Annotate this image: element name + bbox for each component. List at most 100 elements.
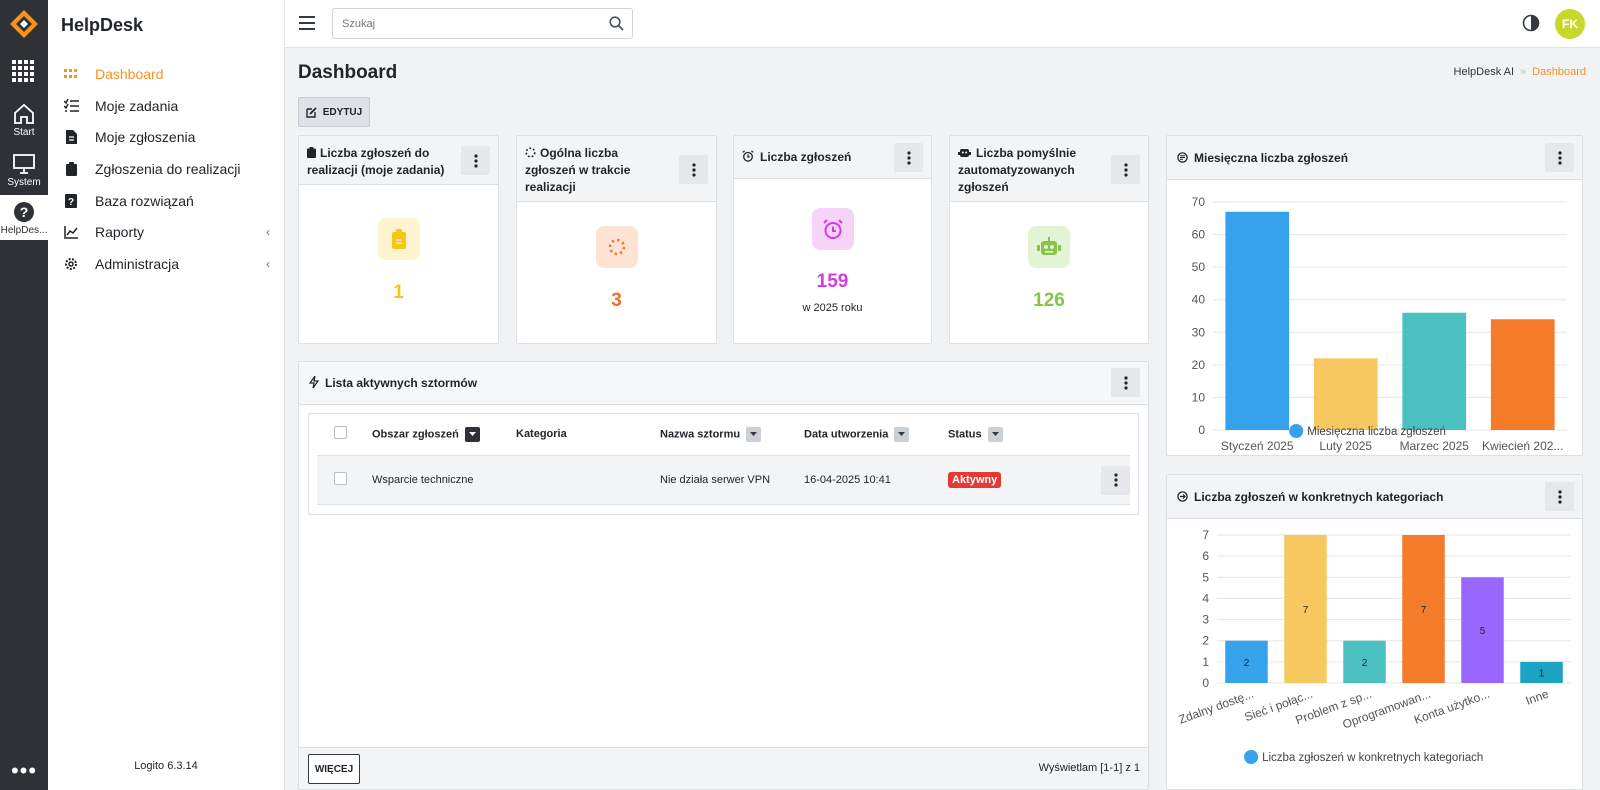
sidebar-item-label: Zgłoszenia do realizacji (95, 160, 241, 177)
stat-value: 126 (1033, 290, 1065, 311)
svg-text:?: ? (20, 204, 29, 220)
sidebar-nav: Dashboard Moje zadania Moje zgłoszenia Z… (48, 58, 284, 280)
stat-card-my-tasks: Liczba zgłoszeń do realizacji (moje zada… (298, 135, 499, 344)
card-title: Liczba pomyślnie zautomatyzowanych zgłos… (958, 146, 1077, 194)
card-header: Liczba zgłoszeń w konkretnych kategoriac… (1167, 475, 1582, 519)
card-header: Miesięczna liczba zgłoszeń (1167, 136, 1582, 180)
sidebar-item-baza-rozwiazan[interactable]: ? Baza rozwiązań (48, 185, 284, 217)
logito-logo-icon[interactable] (10, 10, 38, 38)
card-options-button[interactable] (679, 155, 708, 184)
cell-area: Wsparcie techniczne (372, 455, 516, 505)
card-header: Liczba pomyślnie zautomatyzowanych zgłos… (950, 136, 1148, 202)
stat-value: 159 (816, 271, 849, 292)
search-input[interactable] (333, 9, 593, 38)
y-tick-label: 1 (1202, 655, 1209, 669)
chart-card-monthly: Miesięczna liczba zgłoszeń 0 10 20 30 40 50 60… (1166, 135, 1583, 456)
column-header[interactable]: Obszar zgłoszeń (372, 414, 516, 456)
app-version: Logito 6.3.14 (134, 760, 198, 772)
column-label: Kategoria (516, 428, 567, 441)
card-header: Liczba zgłoszeń do realizacji (moje zada… (299, 136, 498, 185)
row-select-cell (317, 455, 372, 505)
y-tick-label: 30 (1192, 325, 1206, 339)
grid-icon (63, 66, 79, 82)
sidebar-item-administracja[interactable]: Administracja ‹ (48, 248, 284, 280)
card-title: Liczba zgłoszeń w konkretnych kategoriac… (1194, 490, 1444, 504)
card-options-button[interactable] (1545, 482, 1574, 511)
user-avatar[interactable]: FK (1555, 9, 1585, 39)
spinner-icon (595, 226, 638, 268)
home-icon (14, 103, 34, 124)
rail-item-label: System (7, 177, 41, 188)
chart-monthly-tickets: 0 10 20 30 40 50 60 70 Styczeń 2025 Luty 2025 Marz… (1192, 195, 1567, 453)
column-label: Status (948, 428, 982, 441)
sidebar-item-moje-zgloszenia[interactable]: Moje zgłoszenia (48, 121, 284, 153)
card-options-button[interactable] (1545, 143, 1574, 172)
sort-down-icon[interactable] (464, 426, 480, 442)
card-options-button[interactable] (1111, 368, 1140, 397)
card-options-button[interactable] (461, 146, 490, 175)
sidebar-item-label: Administracja (95, 255, 180, 272)
select-all-checkbox[interactable] (334, 426, 347, 440)
card-options-button[interactable] (894, 143, 923, 172)
sort-down-icon[interactable] (894, 426, 910, 442)
alarm-clock-icon (742, 150, 754, 162)
spinner-icon (525, 147, 536, 158)
monitor-icon (13, 154, 35, 174)
gear-icon (63, 256, 79, 272)
breadcrumb-item[interactable]: HelpDesk AI (1454, 66, 1515, 78)
cell-storm-name: Nie działa serwer VPN (660, 455, 804, 505)
rail-item-start[interactable]: Start (0, 103, 48, 138)
alarm-clock-icon (811, 208, 854, 250)
column-header[interactable]: Nazwa sztormu (660, 414, 804, 456)
sidebar-item-label: Moje zadania (95, 97, 179, 114)
comment-icon (1177, 152, 1188, 163)
search-icon[interactable] (609, 16, 624, 31)
sort-down-icon[interactable] (746, 426, 762, 442)
y-tick-label: 0 (1202, 676, 1209, 690)
sort-down-icon[interactable] (987, 426, 1003, 442)
y-tick-label: 60 (1192, 228, 1206, 242)
card-title: Miesięczna liczba zgłoszeń (1194, 151, 1349, 165)
column-header[interactable]: Status (948, 414, 1130, 456)
data-label: 2 (1362, 658, 1368, 669)
topbar: FK (285, 0, 1600, 48)
column-header[interactable]: Kategoria (516, 414, 660, 456)
card-header: Liczba zgłoszeń (734, 136, 931, 179)
rail-item-label: HelpDes... (0, 225, 48, 236)
kebab-menu-icon (1123, 375, 1128, 390)
sidebar-item-zgloszenia-do-realizacji[interactable]: Zgłoszenia do realizacji (48, 153, 284, 185)
edit-icon (306, 106, 317, 118)
sidebar-item-moje-zadania[interactable]: Moje zadania (48, 90, 284, 122)
select-all-cell (317, 414, 372, 456)
data-label: 1 (1539, 668, 1545, 679)
hamburger-menu-icon[interactable] (297, 14, 317, 32)
card-title: Ogólna liczba zgłoszeń w trakcie realiza… (525, 146, 631, 194)
bar (1313, 358, 1378, 430)
sidebar-item-raporty[interactable]: Raporty ‹ (48, 216, 284, 248)
rail-item-system[interactable]: System (0, 153, 48, 188)
sidebar-item-label: Baza rozwiązań (95, 192, 194, 209)
table-row[interactable]: Wsparcie techniczne Nie działa serwer VP… (317, 455, 1130, 505)
question-book-icon: ? (63, 193, 79, 209)
app-brand: HelpDesk (61, 15, 144, 35)
x-tick-label: Kwiecień 202... (1482, 439, 1563, 453)
page-title: Dashboard (298, 62, 398, 83)
apps-grid-icon[interactable] (12, 60, 34, 82)
sidebar: HelpDesk Dashboard Moje zadania Moje zgł… (48, 0, 285, 790)
x-tick-label: Luty 2025 (1319, 439, 1372, 453)
edit-dashboard-button[interactable]: EDYTUJ (298, 97, 370, 127)
card-options-button[interactable] (1111, 155, 1140, 184)
more-options-icon[interactable]: ••• (0, 760, 48, 782)
sidebar-item-dashboard[interactable]: Dashboard (48, 58, 284, 90)
row-checkbox[interactable] (334, 471, 347, 485)
theme-toggle-icon[interactable] (1522, 14, 1540, 32)
column-header[interactable]: Data utworzenia (804, 414, 948, 456)
chart-card-categories: Liczba zgłoszeń w konkretnych kategoriac… (1166, 474, 1583, 790)
legend-label: Liczba zgłoszeń w konkretnych kategoriac… (1262, 752, 1483, 764)
more-button[interactable]: WIĘCEJ (308, 754, 360, 784)
row-options-button[interactable] (1101, 465, 1130, 495)
table-header-row: Obszar zgłoszeń Kategoria Nazwa sztormu … (317, 414, 1130, 456)
y-tick-label: 4 (1202, 591, 1209, 605)
card-title: Liczba zgłoszeń do realizacji (moje zada… (307, 146, 445, 177)
rail-item-helpdesk[interactable]: ? HelpDes... (0, 195, 48, 240)
